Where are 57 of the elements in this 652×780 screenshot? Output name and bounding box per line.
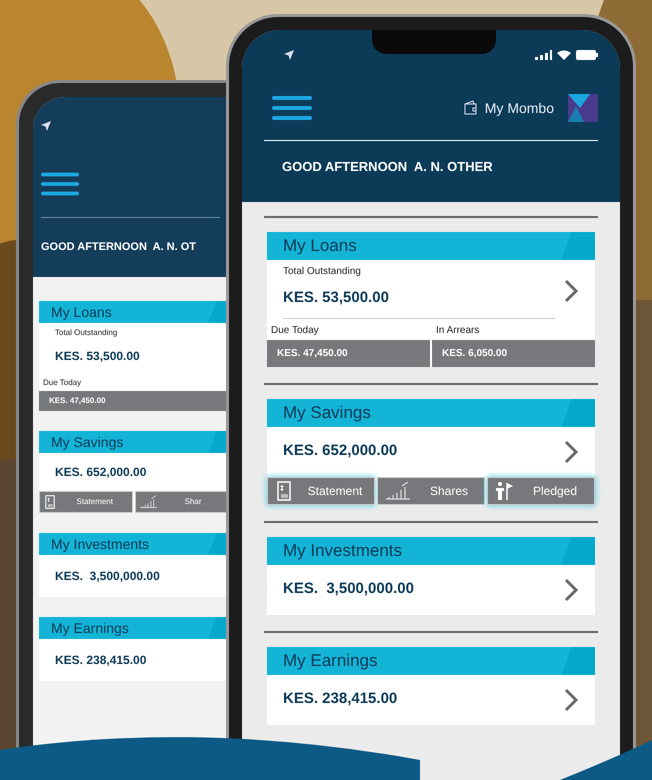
bar-chart-icon <box>138 495 158 509</box>
amount-tile: KES. 6,050.00 <box>432 340 595 366</box>
field-label: Total Outstanding <box>55 327 118 339</box>
amount-text: KES. 238,415.00 <box>283 689 398 710</box>
section-card[interactable]: KES. 3,500,000.00 <box>267 564 595 614</box>
logo-icon <box>568 94 598 122</box>
document-icon <box>43 495 57 509</box>
greeting-text: GOOD AFTERNOON A. N. OT <box>41 241 196 253</box>
chevron-right-icon[interactable] <box>563 278 579 304</box>
section-title: My Investments <box>283 540 402 562</box>
section-card[interactable]: KES. 652,000.00 Statement Shar <box>39 453 228 513</box>
amount-tile: KES. 47,450.00 <box>39 391 228 411</box>
action-button[interactable]: Statement <box>39 491 132 513</box>
amount-text: KES. 652,000.00 <box>283 441 398 462</box>
amount-text: KES. 53,500.00 <box>283 288 389 308</box>
section-title: My Earnings <box>283 650 378 672</box>
field-label: In Arrears <box>435 324 480 338</box>
amount-text: KES. 238,415.00 <box>55 652 146 669</box>
section-title: My Savings <box>283 402 371 424</box>
action-button[interactable]: Pledged <box>487 476 595 504</box>
wallet-icon[interactable] <box>462 100 479 116</box>
location-icon <box>41 121 51 131</box>
section-title: My Investments <box>51 534 150 554</box>
chevron-right-icon[interactable] <box>563 438 579 464</box>
amount-text: KES. 3,500,000.00 <box>55 568 160 585</box>
section-card[interactable]: Total Outstanding KES. 53,500.00 Due Today KES. 47,450.00 <box>39 323 228 411</box>
app-name[interactable]: My Mombo <box>484 98 554 118</box>
amount-tile: KES. 47,450.00 <box>267 340 430 366</box>
bar-chart-icon <box>384 480 412 500</box>
amount-text: KES. 3,500,000.00 <box>283 579 414 600</box>
person-flag-icon <box>494 480 514 500</box>
chevron-right-icon[interactable] <box>563 576 579 602</box>
field-label: Total Outstanding <box>283 265 362 279</box>
section-card[interactable]: Total Outstanding KES. 53,500.00 Due Today KES. 47,450.00 In Arrears KES. 6,050.00 <box>267 260 595 366</box>
action-button[interactable]: Shar <box>134 491 228 513</box>
field-label: Due Today <box>270 324 320 338</box>
signal-icon <box>534 50 552 60</box>
section-title: My Loans <box>283 235 357 258</box>
chevron-right-icon[interactable] <box>563 686 579 712</box>
menu-icon[interactable] <box>41 171 79 197</box>
section-card[interactable]: KES. 238,415.00 <box>267 674 595 724</box>
location-icon <box>284 50 294 60</box>
section-title: My Loans <box>51 302 112 322</box>
section-title: My Savings <box>51 432 124 452</box>
section-title: My Earnings <box>51 618 129 638</box>
menu-icon[interactable] <box>272 95 312 121</box>
greeting-text: GOOD AFTERNOON A. N. OTHER <box>282 159 493 174</box>
amount-text: KES. 53,500.00 <box>55 348 140 365</box>
section-card[interactable]: KES. 652,000.00 Statement Shares Pledged <box>267 426 595 504</box>
wifi-icon <box>557 50 571 60</box>
section-card[interactable]: KES. 238,415.00 <box>39 639 228 681</box>
battery-icon <box>576 50 598 60</box>
field-label: Due Today <box>42 377 82 389</box>
action-button[interactable]: Statement <box>267 476 375 504</box>
action-button[interactable]: Shares <box>377 476 485 504</box>
amount-text: KES. 652,000.00 <box>55 464 146 481</box>
section-card[interactable]: KES. 3,500,000.00 <box>39 555 228 597</box>
